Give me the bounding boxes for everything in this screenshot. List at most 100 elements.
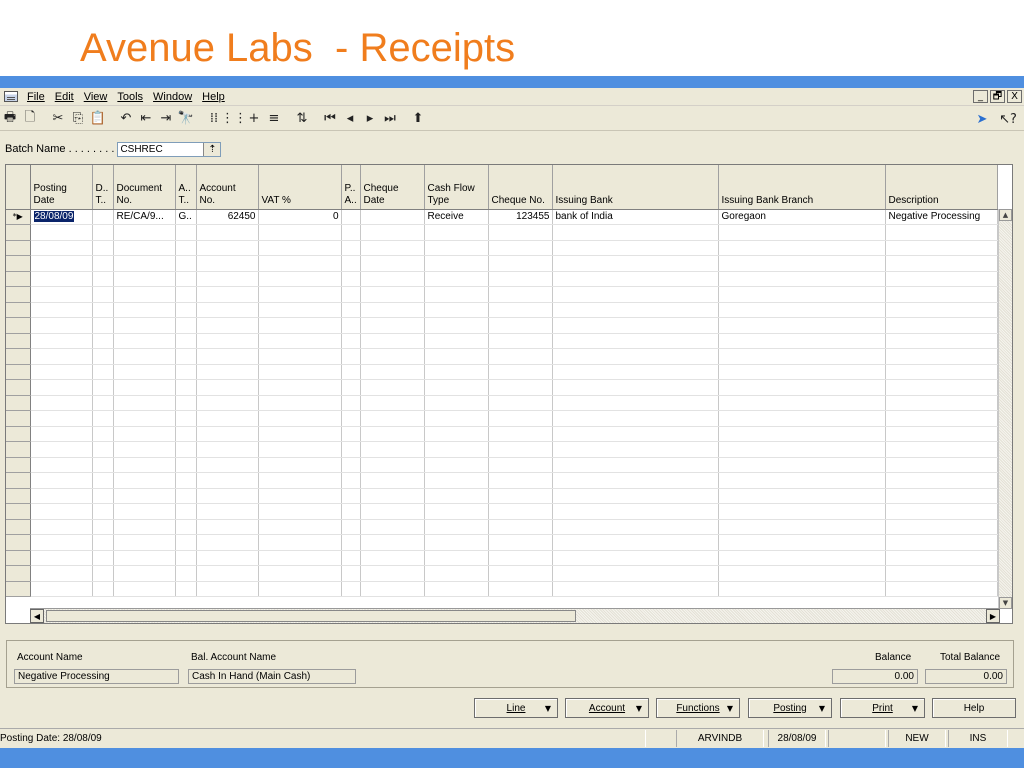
empty-cell[interactable]	[552, 519, 719, 535]
empty-cell[interactable]	[258, 534, 342, 551]
show-all-icon[interactable]: ≡	[264, 109, 284, 129]
empty-cell[interactable]	[92, 348, 114, 365]
empty-cell[interactable]	[113, 488, 176, 504]
empty-cell[interactable]	[718, 333, 886, 349]
empty-cell[interactable]	[30, 441, 93, 458]
empty-cell[interactable]	[718, 302, 886, 318]
empty-cell[interactable]	[175, 565, 197, 582]
empty-cell[interactable]	[885, 519, 998, 535]
empty-cell[interactable]	[175, 379, 197, 396]
help-button[interactable]: Help	[932, 698, 1016, 718]
empty-cell[interactable]	[360, 348, 425, 365]
empty-cell[interactable]	[424, 348, 489, 365]
empty-cell[interactable]	[30, 333, 93, 349]
col-vat-percent[interactable]: VAT %	[258, 165, 342, 210]
empty-cell[interactable]	[196, 488, 259, 504]
empty-cell[interactable]	[424, 240, 489, 256]
empty-cell[interactable]	[552, 317, 719, 334]
empty-cell[interactable]	[175, 472, 197, 489]
empty-cell[interactable]	[885, 581, 998, 597]
empty-cell[interactable]	[30, 379, 93, 396]
empty-cell[interactable]	[341, 534, 361, 551]
col-posting-date[interactable]: Posting Date	[30, 165, 93, 210]
empty-cell[interactable]	[341, 441, 361, 458]
empty-cell[interactable]	[552, 581, 719, 597]
empty-table-row[interactable]	[6, 240, 998, 256]
empty-cell[interactable]	[113, 426, 176, 442]
empty-cell[interactable]	[885, 379, 998, 396]
cut-icon[interactable]: ✂	[48, 109, 68, 129]
empty-cell[interactable]	[258, 224, 342, 241]
empty-cell[interactable]	[258, 364, 342, 380]
empty-cell[interactable]	[885, 271, 998, 287]
lookup-icon[interactable]: ⇡	[203, 142, 221, 156]
empty-cell[interactable]	[30, 457, 93, 473]
empty-cell[interactable]	[196, 395, 259, 411]
empty-cell[interactable]	[113, 581, 176, 597]
empty-cell[interactable]	[30, 488, 93, 504]
empty-cell[interactable]	[552, 410, 719, 427]
row-selector[interactable]	[6, 426, 31, 442]
empty-cell[interactable]	[488, 426, 553, 442]
empty-table-row[interactable]	[6, 565, 998, 582]
empty-cell[interactable]	[885, 472, 998, 489]
empty-cell[interactable]	[30, 519, 93, 535]
empty-cell[interactable]	[258, 255, 342, 272]
empty-cell[interactable]	[718, 441, 886, 458]
empty-cell[interactable]	[488, 441, 553, 458]
empty-cell[interactable]	[341, 565, 361, 582]
empty-cell[interactable]	[113, 317, 176, 334]
empty-cell[interactable]	[488, 488, 553, 504]
empty-cell[interactable]	[113, 472, 176, 489]
scroll-right-icon[interactable]: ▶	[986, 609, 1000, 623]
empty-cell[interactable]	[552, 457, 719, 473]
empty-cell[interactable]	[885, 317, 998, 334]
empty-cell[interactable]	[718, 519, 886, 535]
empty-cell[interactable]	[360, 488, 425, 504]
empty-cell[interactable]	[718, 240, 886, 256]
empty-cell[interactable]	[258, 317, 342, 334]
empty-cell[interactable]	[488, 302, 553, 318]
empty-cell[interactable]	[885, 286, 998, 303]
row-selector[interactable]	[6, 472, 31, 489]
empty-cell[interactable]	[92, 503, 114, 520]
empty-cell[interactable]	[341, 503, 361, 520]
row-selector[interactable]	[6, 457, 31, 473]
empty-cell[interactable]	[552, 255, 719, 272]
empty-cell[interactable]	[30, 534, 93, 551]
empty-cell[interactable]	[718, 472, 886, 489]
cell-cheque-no[interactable]: 123455	[488, 209, 553, 225]
empty-cell[interactable]	[718, 550, 886, 566]
empty-cell[interactable]	[30, 317, 93, 334]
empty-cell[interactable]	[718, 488, 886, 504]
empty-cell[interactable]	[341, 364, 361, 380]
empty-cell[interactable]	[258, 379, 342, 396]
empty-cell[interactable]	[175, 333, 197, 349]
row-selector[interactable]	[6, 379, 31, 396]
empty-cell[interactable]	[360, 395, 425, 411]
empty-cell[interactable]	[360, 426, 425, 442]
empty-table-row[interactable]	[6, 550, 998, 566]
empty-cell[interactable]	[258, 503, 342, 520]
empty-cell[interactable]	[196, 426, 259, 442]
empty-cell[interactable]	[341, 302, 361, 318]
empty-cell[interactable]	[258, 410, 342, 427]
empty-cell[interactable]	[258, 457, 342, 473]
empty-cell[interactable]	[718, 364, 886, 380]
empty-cell[interactable]	[341, 348, 361, 365]
empty-cell[interactable]	[196, 224, 259, 241]
empty-cell[interactable]	[885, 565, 998, 582]
empty-cell[interactable]	[424, 488, 489, 504]
empty-cell[interactable]	[424, 472, 489, 489]
row-selector[interactable]	[6, 441, 31, 458]
journal-grid[interactable]: Posting Date D.. T.. Document No. A.. T.…	[5, 164, 1013, 624]
empty-cell[interactable]	[175, 286, 197, 303]
empty-cell[interactable]	[30, 395, 93, 411]
row-selector[interactable]	[6, 240, 31, 256]
undo-icon[interactable]: ↶	[116, 109, 136, 129]
new-record-icon[interactable]: +	[244, 109, 264, 129]
row-selector[interactable]	[6, 317, 31, 334]
empty-table-row[interactable]	[6, 534, 998, 551]
empty-cell[interactable]	[360, 410, 425, 427]
col-cheque-date[interactable]: Cheque Date	[360, 165, 425, 210]
